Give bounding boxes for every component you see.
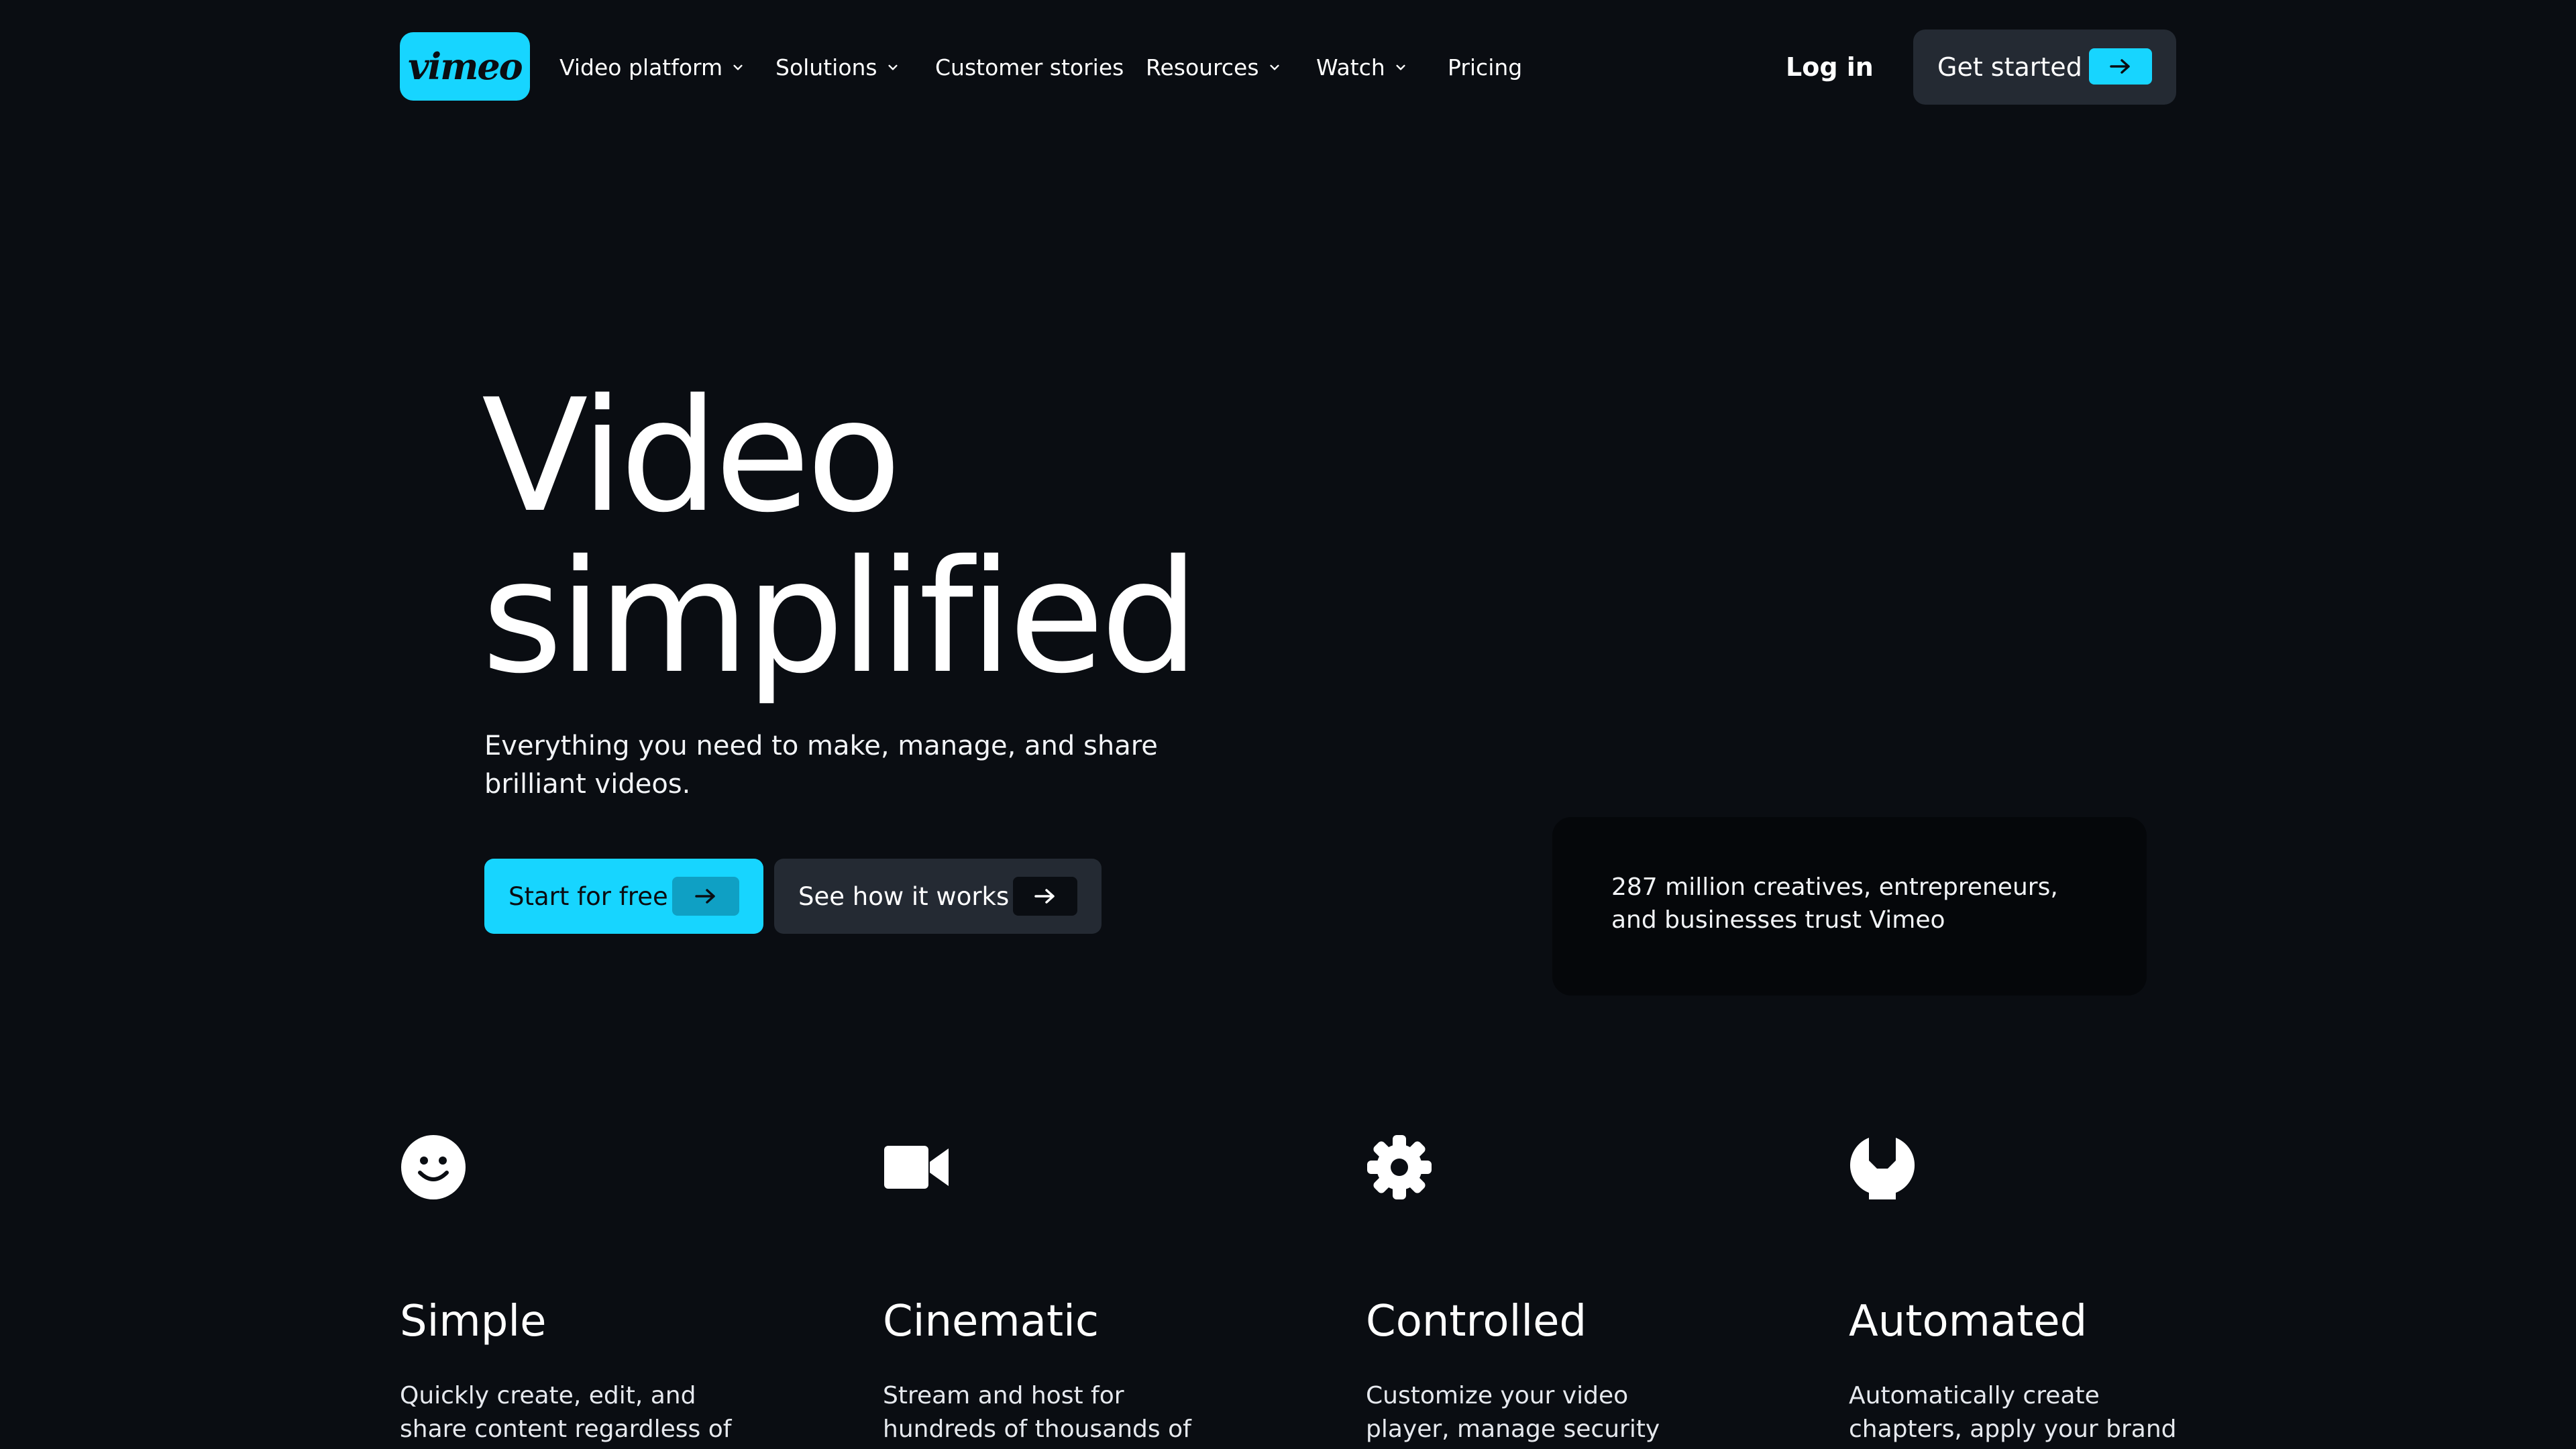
feature-title: Automated — [1849, 1297, 2088, 1346]
chevron-down-icon — [733, 64, 743, 70]
top-nav: vimeo Video platform Solutions Customer … — [0, 0, 2576, 134]
feature-description: Customize your video player, manage secu… — [1366, 1382, 1660, 1443]
nav-item-solutions[interactable]: Solutions — [775, 47, 902, 87]
chevron-down-icon — [1269, 64, 1279, 70]
get-started-label: Get started — [1937, 52, 2082, 82]
feature-title: Cinematic — [883, 1297, 1099, 1346]
trust-card: 287 million creatives, entrepreneurs, an… — [1552, 817, 2147, 996]
see-how-it-works-label: See how it works — [798, 881, 1010, 911]
nav-item-watch[interactable]: Watch — [1316, 47, 1409, 87]
video-camera-icon — [884, 1146, 949, 1189]
feature-simple: Simple Quickly create, edit, and share c… — [400, 1134, 775, 1443]
trust-text: 287 million creatives, entrepreneurs, an… — [1611, 873, 2058, 934]
nav-item-resources[interactable]: Resources — [1146, 47, 1283, 87]
feature-title: Controlled — [1366, 1297, 1587, 1346]
hero-title-line-1: Video — [482, 366, 902, 547]
see-how-it-works-button[interactable]: See how it works — [774, 859, 1102, 934]
nav-item-label: Resources — [1146, 54, 1259, 80]
hero-title-line-2: simplified — [482, 527, 1199, 708]
feature-automated: Automated Automatically create chapters,… — [1849, 1134, 2224, 1443]
hero-subtitle: Everything you need to make, manage, and… — [484, 731, 1158, 800]
feature-controlled: Controlled Customize your video player, … — [1366, 1134, 1741, 1443]
nav-item-label: Solutions — [775, 54, 877, 80]
start-for-free-label: Start for free — [508, 881, 668, 911]
nav-item-video-platform[interactable]: Video platform — [559, 47, 747, 87]
hero-title: Video simplified — [482, 366, 1199, 708]
feature-description: Quickly create, edit, and share content … — [400, 1382, 732, 1443]
nav-item-customer-stories[interactable]: Customer stories — [935, 47, 1124, 87]
arrow-right-icon — [672, 877, 739, 916]
arrow-right-icon — [1013, 877, 1077, 916]
chevron-down-icon — [888, 64, 898, 70]
chevron-down-icon — [1396, 64, 1405, 70]
nav-item-label: Pricing — [1448, 54, 1523, 80]
nav-item-pricing[interactable]: Pricing — [1448, 47, 1522, 87]
nav-item-label: Watch — [1316, 54, 1385, 80]
feature-title: Simple — [400, 1297, 547, 1346]
smiley-icon — [401, 1135, 466, 1199]
feature-cinematic: Cinematic Stream and host for hundreds o… — [883, 1134, 1258, 1443]
arrow-right-icon — [2089, 48, 2152, 85]
nav-item-label: Customer stories — [935, 54, 1124, 80]
start-for-free-button[interactable]: Start for free — [484, 859, 763, 934]
gear-icon — [1367, 1135, 1432, 1199]
nav-item-label: Video platform — [559, 54, 723, 80]
get-started-button[interactable]: Get started — [1913, 30, 2176, 105]
login-link[interactable]: Log in — [1786, 47, 1874, 87]
feature-description: Automatically create chapters, apply you… — [1849, 1382, 2177, 1443]
vimeo-logo[interactable]: vimeo — [400, 32, 530, 101]
feature-description: Stream and host for hundreds of thousand… — [883, 1382, 1191, 1443]
wrench-icon — [1849, 1138, 1915, 1199]
